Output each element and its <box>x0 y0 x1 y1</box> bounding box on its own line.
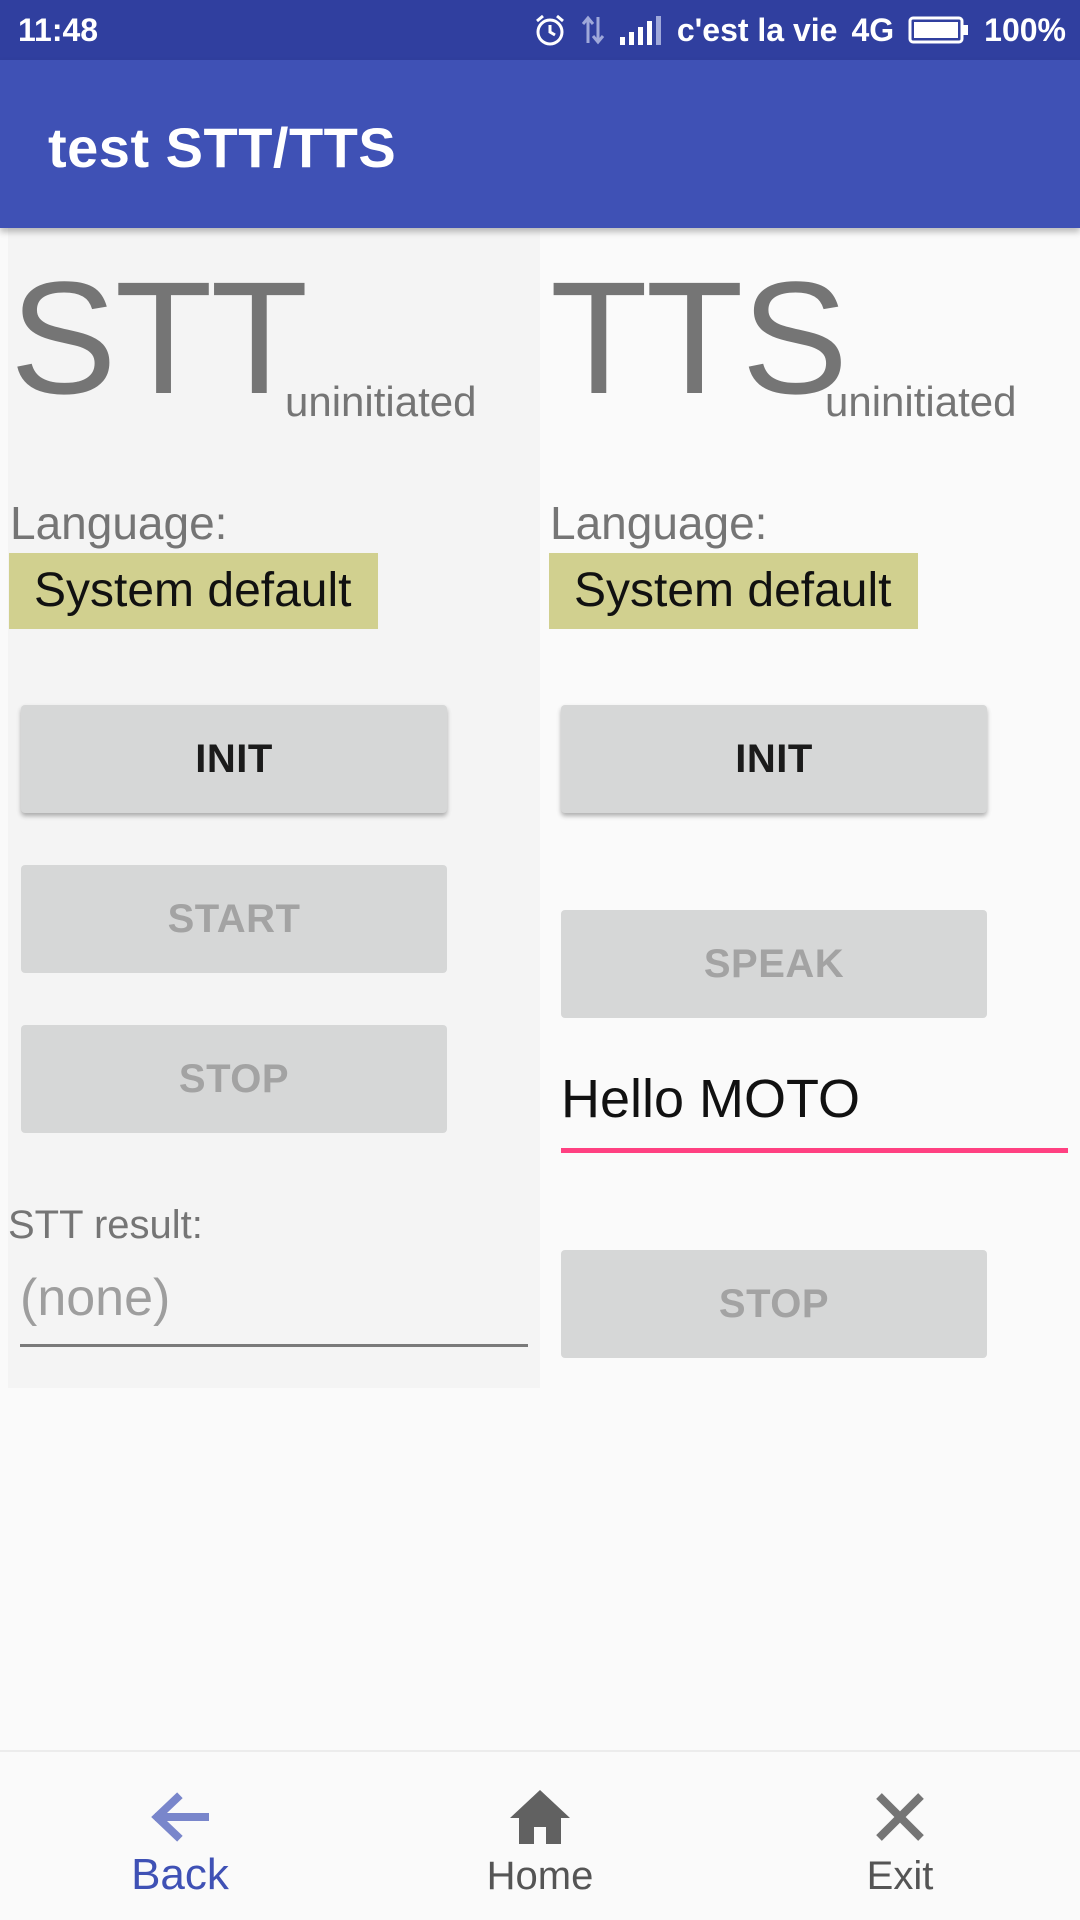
stt-language-label: Language: <box>10 497 228 549</box>
tts-language-label: Language: <box>550 497 768 549</box>
stt-language-select[interactable]: System default <box>9 553 378 629</box>
stt-result-field[interactable]: (none) <box>20 1268 528 1347</box>
nav-exit[interactable]: Exit <box>720 1752 1080 1920</box>
data-transfer-icon <box>581 13 605 47</box>
nav-back[interactable]: Back <box>0 1752 360 1920</box>
nav-home[interactable]: Home <box>360 1752 720 1920</box>
nav-back-label: Back <box>131 1850 229 1899</box>
tts-language-select[interactable]: System default <box>549 553 918 629</box>
bottom-nav: Back Home Exit <box>0 1750 1080 1920</box>
stt-stop-button[interactable]: STOP <box>21 1025 447 1133</box>
close-icon <box>865 1782 935 1852</box>
stt-state: uninitiated <box>285 378 477 425</box>
network-type: 4G <box>851 11 895 48</box>
tts-speak-button[interactable]: SPEAK <box>561 910 987 1018</box>
stt-result-label: STT result: <box>8 1203 203 1247</box>
nav-home-label: Home <box>486 1854 594 1898</box>
status-time: 11:48 <box>18 12 99 48</box>
signal-icon <box>619 15 663 45</box>
battery-percent: 100% <box>984 11 1066 48</box>
nav-exit-label: Exit <box>866 1854 934 1898</box>
carrier-name: c'est la vie <box>676 11 838 48</box>
stt-start-button[interactable]: START <box>21 865 447 973</box>
tts-text-input[interactable]: Hello MOTO <box>561 1068 1068 1153</box>
app-screen: 11:48 c'est la vie 4G 100% test STT/TTS … <box>0 0 1080 1920</box>
tts-state: uninitiated <box>825 378 1017 425</box>
stt-title: STT <box>10 248 308 427</box>
alarm-icon <box>533 13 567 47</box>
tts-stop-button[interactable]: STOP <box>561 1250 987 1358</box>
tts-title: TTS <box>550 248 848 427</box>
tts-panel: TTS uninitiated Language: System default… <box>540 228 1080 1388</box>
stt-init-button[interactable]: INIT <box>21 705 447 813</box>
stt-panel: STT uninitiated Language: System default… <box>8 228 540 1388</box>
battery-icon <box>908 15 970 45</box>
status-bar: 11:48 c'est la vie 4G 100% <box>0 0 1080 60</box>
arrow-left-icon <box>145 1782 215 1852</box>
app-bar: test STT/TTS <box>0 60 1080 228</box>
status-icons: c'est la vie 4G 100% <box>533 10 1066 50</box>
app-title: test STT/TTS <box>48 116 397 179</box>
tts-init-button[interactable]: INIT <box>561 705 987 813</box>
home-icon <box>505 1782 575 1852</box>
